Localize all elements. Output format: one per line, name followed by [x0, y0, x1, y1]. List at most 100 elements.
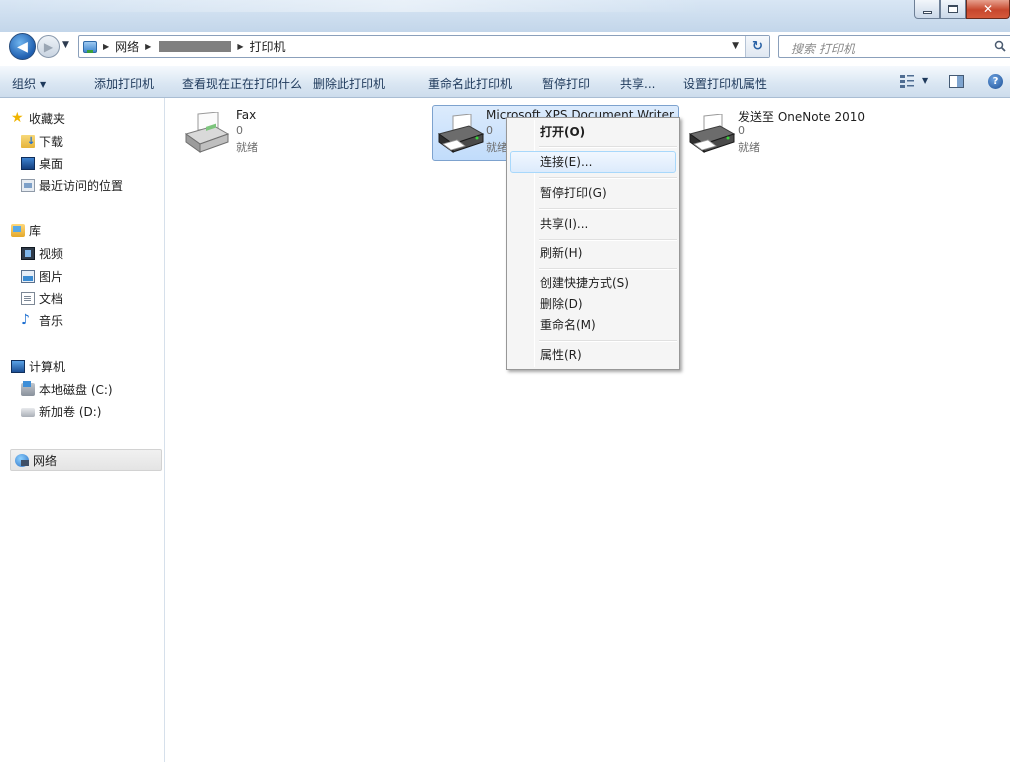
refresh-icon: ↻: [752, 39, 763, 54]
sidebar-item-label: 收藏夹: [29, 111, 66, 126]
sidebar-item-desktop[interactable]: 桌面: [21, 154, 63, 172]
drive-icon: [21, 408, 35, 417]
libraries-icon: [11, 223, 25, 237]
forward-button[interactable]: ▶: [37, 35, 60, 58]
breadcrumb-network[interactable]: 网络: [115, 38, 139, 55]
sidebar-item-recent-places[interactable]: 最近访问的位置: [21, 176, 123, 194]
system-drive-icon: [21, 380, 35, 396]
sidebar-item-label: 文档: [39, 291, 64, 306]
rename-printer-button[interactable]: 重命名此打印机: [428, 75, 512, 92]
title-bar: ✕: [0, 0, 1010, 32]
star-icon: ★: [11, 109, 24, 126]
menu-item-open[interactable]: 打开(O): [510, 121, 676, 143]
sidebar-item-libraries[interactable]: 库: [11, 221, 41, 239]
address-bar[interactable]: ▶ 网络 ▶ ▶ 打印机 ▼ ↻: [78, 35, 770, 58]
menu-separator: [539, 208, 677, 210]
search-input[interactable]: 搜索 打印机: [778, 35, 1010, 58]
menu-item-properties[interactable]: 属性(R): [510, 344, 676, 366]
printer-icon: [688, 114, 736, 153]
printer-item-fax[interactable]: Fax 0 就绪: [180, 106, 300, 164]
search-icon[interactable]: [994, 40, 1006, 52]
menu-item-connect[interactable]: 连接(E)...: [510, 151, 676, 173]
printer-name: 发送至 OneNote 2010: [738, 110, 866, 124]
sidebar-item-label: 下载: [39, 134, 64, 149]
menu-separator: [539, 239, 677, 241]
breadcrumb-separator-icon[interactable]: ▶: [103, 42, 109, 51]
sidebar-item-label: 库: [29, 223, 42, 238]
printer-status: 就绪: [236, 141, 258, 154]
sidebar-item-network[interactable]: 网络: [15, 451, 57, 469]
refresh-button[interactable]: ↻: [745, 36, 769, 57]
printer-item-onenote[interactable]: 发送至 OneNote 2010 0 就绪: [684, 106, 874, 164]
close-icon: ✕: [982, 2, 994, 16]
help-icon[interactable]: ?: [988, 74, 1003, 89]
share-button[interactable]: 共享...: [620, 75, 655, 92]
printer-job-count: 0: [486, 124, 493, 137]
back-button[interactable]: ◀: [9, 33, 36, 60]
address-history-dropdown-icon[interactable]: ▼: [732, 41, 739, 51]
sidebar-item-videos[interactable]: 视频: [21, 244, 63, 262]
recent-pages-dropdown[interactable]: ▼: [62, 40, 69, 50]
pause-printing-button[interactable]: 暂停打印: [542, 75, 590, 92]
sidebar-item-label: 音乐: [39, 313, 64, 328]
search-placeholder: 搜索 打印机: [791, 42, 855, 56]
menu-item-rename[interactable]: 重命名(M): [510, 314, 676, 336]
chevron-down-icon: ▼: [40, 80, 47, 89]
minimize-icon: [922, 10, 932, 14]
organize-menu[interactable]: 组织 ▼: [12, 75, 46, 92]
breadcrumb-separator-icon[interactable]: ▶: [237, 42, 243, 51]
printer-job-count: 0: [236, 124, 243, 137]
sidebar-item-label: 计算机: [29, 359, 66, 374]
documents-icon: [21, 291, 35, 305]
add-printer-button[interactable]: 添加打印机: [94, 75, 154, 92]
recent-places-icon: [21, 178, 35, 192]
menu-separator: [539, 340, 677, 342]
navigation-pane: ★ 收藏夹 下载 桌面 最近访问的位置 库 视频 图片 文档 ♪ 音乐 计算机 …: [0, 98, 165, 762]
maximize-button[interactable]: [940, 0, 966, 19]
menu-item-delete[interactable]: 删除(D): [510, 293, 676, 315]
arrow-left-icon: ◀: [17, 38, 28, 55]
breadcrumb-separator-icon[interactable]: ▶: [145, 42, 151, 51]
delete-printer-button[interactable]: 删除此打印机: [313, 75, 385, 92]
sidebar-item-label: 图片: [39, 269, 64, 284]
see-printing-button[interactable]: 查看现在正在打印什么: [182, 75, 302, 92]
menu-item-share[interactable]: 共享(I)...: [510, 213, 676, 235]
view-options-dropdown-icon[interactable]: ▼: [922, 76, 928, 85]
menu-item-refresh[interactable]: 刷新(H): [510, 242, 676, 264]
menu-item-pause-printing[interactable]: 暂停打印(G): [510, 182, 676, 204]
sidebar-item-music[interactable]: ♪ 音乐: [21, 311, 63, 329]
printer-name: Fax: [236, 108, 257, 122]
videos-icon: [21, 246, 35, 260]
menu-separator: [539, 177, 677, 179]
menu-item-create-shortcut[interactable]: 创建快捷方式(S): [510, 272, 676, 294]
arrow-right-icon: ▶: [43, 39, 54, 54]
breadcrumb-redacted-host[interactable]: [159, 41, 232, 52]
printer-status: 就绪: [738, 141, 760, 154]
computer-icon: [11, 359, 25, 373]
sidebar-item-label: 最近访问的位置: [39, 178, 124, 193]
sidebar-item-label: 视频: [39, 246, 64, 261]
downloads-folder-icon: [21, 134, 35, 148]
sidebar-item-favorites[interactable]: ★ 收藏夹: [11, 109, 65, 127]
network-location-icon: [83, 40, 97, 53]
printer-icon: [437, 114, 485, 153]
close-button[interactable]: ✕: [966, 0, 1010, 19]
sidebar-item-drive-d[interactable]: 新加卷 (D:): [21, 402, 101, 420]
menu-separator: [539, 268, 677, 270]
sidebar-item-documents[interactable]: 文档: [21, 289, 63, 307]
printer-properties-button[interactable]: 设置打印机属性: [683, 75, 767, 92]
sidebar-item-pictures[interactable]: 图片: [21, 267, 63, 285]
sidebar-item-label: 网络: [33, 453, 58, 468]
preview-pane-button[interactable]: [949, 75, 964, 88]
sidebar-item-downloads[interactable]: 下载: [21, 132, 63, 150]
printer-status: 就绪: [486, 141, 508, 154]
desktop-icon: [21, 156, 35, 170]
fax-icon: [184, 112, 230, 153]
context-menu: 打开(O) 连接(E)... 暂停打印(G) 共享(I)... 刷新(H) 创建…: [506, 117, 680, 370]
sidebar-item-drive-c[interactable]: 本地磁盘 (C:): [21, 380, 113, 398]
maximize-icon: [948, 5, 958, 13]
change-view-icon[interactable]: [900, 75, 914, 88]
breadcrumb-printers[interactable]: 打印机: [249, 38, 285, 55]
sidebar-item-computer[interactable]: 计算机: [11, 357, 65, 375]
minimize-button[interactable]: [914, 0, 940, 19]
